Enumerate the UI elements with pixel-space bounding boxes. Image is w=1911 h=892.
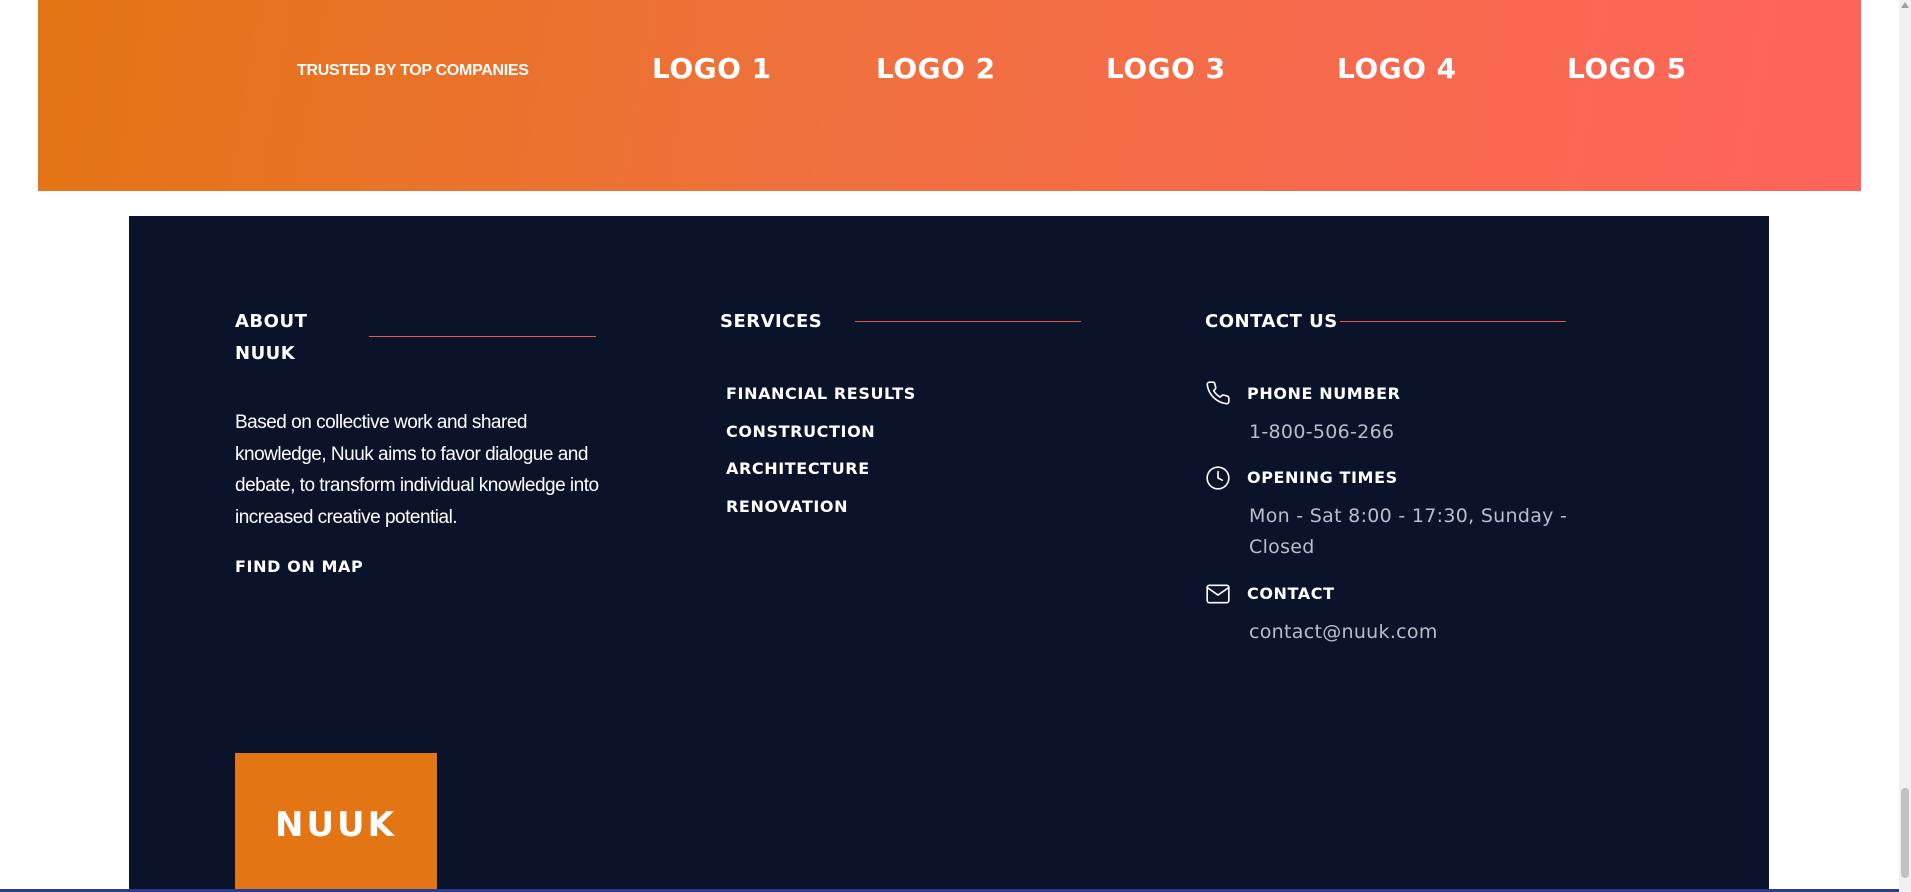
contact-label: CONTACT bbox=[1247, 584, 1335, 603]
service-link-construction[interactable]: CONSTRUCTION bbox=[726, 422, 875, 441]
service-link-renovation[interactable]: RENOVATION bbox=[726, 497, 848, 516]
about-title-line2: NUUK bbox=[235, 343, 296, 364]
contact-title: CONTACT US bbox=[1205, 311, 1338, 332]
company-logo-1[interactable]: LOGO 1 bbox=[652, 52, 772, 85]
opening-times-value: Mon - Sat 8:00 - 17:30, Sunday - Closed bbox=[1249, 505, 1568, 558]
about-title-line1: ABOUT bbox=[235, 311, 308, 332]
contact-title-rule bbox=[1340, 321, 1566, 322]
trusted-by-label: TRUSTED BY TOP COMPANIES bbox=[297, 62, 529, 79]
contact-email-value[interactable]: contact@nuuk.com bbox=[1249, 617, 1579, 648]
find-on-map-link[interactable]: FIND ON MAP bbox=[235, 557, 363, 576]
brand-logo-text: NUUK bbox=[274, 804, 398, 845]
scrollbar-thumb[interactable] bbox=[1901, 788, 1909, 878]
service-link-financial-results[interactable]: FINANCIAL RESULTS bbox=[726, 384, 916, 403]
phone-icon bbox=[1205, 380, 1231, 406]
company-logo-5[interactable]: LOGO 5 bbox=[1567, 52, 1687, 85]
services-title: SERVICES bbox=[720, 311, 823, 332]
trusted-by-band bbox=[38, 0, 1861, 191]
phone-number-label: PHONE NUMBER bbox=[1247, 384, 1401, 403]
services-title-rule bbox=[855, 321, 1081, 322]
service-link-architecture[interactable]: ARCHITECTURE bbox=[726, 459, 870, 478]
page-scrollbar[interactable] bbox=[1899, 0, 1911, 892]
about-title: ABOUT NUUK bbox=[235, 306, 307, 370]
opening-times-label: OPENING TIMES bbox=[1247, 468, 1398, 487]
company-logo-3[interactable]: LOGO 3 bbox=[1106, 52, 1226, 85]
company-logo-4[interactable]: LOGO 4 bbox=[1337, 52, 1457, 85]
about-title-rule bbox=[369, 336, 596, 337]
scroll-up-arrow-icon[interactable] bbox=[1901, 2, 1909, 8]
company-logo-2[interactable]: LOGO 2 bbox=[876, 52, 996, 85]
about-description: Based on collective work and shared know… bbox=[235, 412, 599, 528]
mail-icon bbox=[1205, 581, 1231, 607]
brand-logo-box[interactable]: NUUK bbox=[235, 753, 437, 892]
clock-icon bbox=[1205, 465, 1231, 491]
phone-number-value[interactable]: 1-800-506-266 bbox=[1249, 417, 1579, 448]
